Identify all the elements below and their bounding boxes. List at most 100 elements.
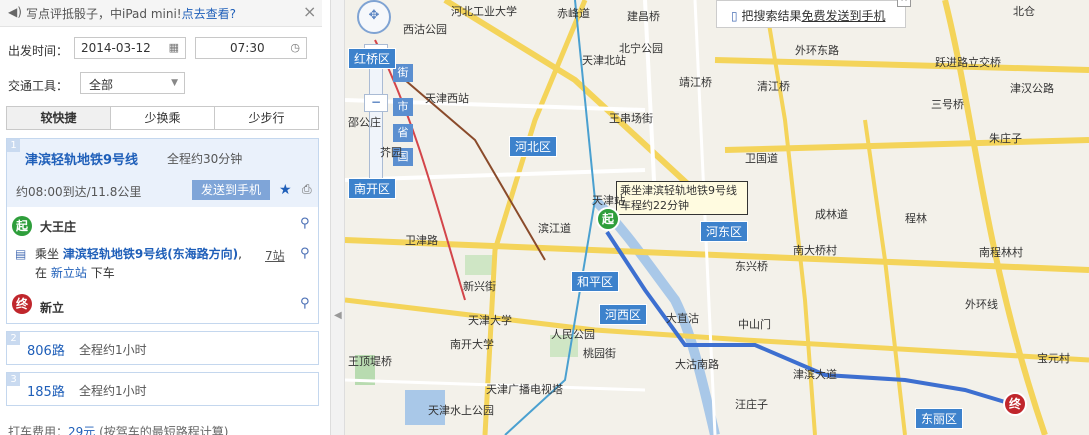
map-label: 天津北站	[582, 54, 626, 67]
panel-collapse-handle[interactable]: ◀	[330, 0, 345, 435]
tab-less-walking[interactable]: 少步行	[215, 107, 318, 129]
map-label: 靖江桥	[679, 76, 712, 89]
promo-text: 写点评抵骰子，中iPad mini!	[26, 7, 182, 21]
sort-tabs: 较快捷 少换乘 少步行	[6, 106, 319, 130]
map-label: 河北工业大学	[451, 5, 517, 18]
chevron-down-icon: ▼	[171, 78, 178, 88]
end-stop: 新立	[40, 301, 65, 315]
send-free-link[interactable]: 免费发送到手机	[801, 9, 885, 23]
map-label: 天津水上公园	[428, 404, 494, 417]
route-duration: 全程约1小时	[79, 343, 147, 357]
map-label: 卫国道	[745, 152, 778, 165]
district-label: 河北区	[509, 136, 558, 157]
map-label: 汪庄子	[735, 398, 768, 411]
promo-link[interactable]: 点去查看?	[182, 7, 236, 21]
map-label: 王顶堤桥	[348, 355, 392, 368]
map-label: 西沽公园	[403, 23, 447, 36]
map-label: 三号桥	[931, 98, 964, 111]
close-icon[interactable]: ×	[303, 2, 316, 21]
promo-bar: ◀) 写点评抵骰子，中iPad mini!点去查看? ×	[0, 0, 322, 27]
start-badge-icon: 起	[12, 216, 32, 236]
zoom-level-province[interactable]: 省	[393, 124, 413, 142]
route-tooltip: 乘坐津滨轻轨地铁9号线 车程约22分钟	[616, 181, 748, 215]
location-pin-icon[interactable]: ⚲	[300, 296, 310, 311]
route-duration: 全程约1小时	[79, 384, 147, 398]
calendar-icon[interactable]: ▦	[169, 41, 179, 54]
pan-control[interactable]: ✥	[357, 0, 391, 34]
start-marker-icon[interactable]: 起	[596, 207, 620, 231]
close-icon[interactable]: ×	[897, 0, 911, 7]
map-label: 大直沽	[666, 312, 699, 325]
end-badge-icon: 终	[12, 294, 32, 314]
map-label: 宝元村	[1037, 352, 1070, 365]
route-duration: 全程约30分钟	[167, 152, 243, 166]
map-label: 清江桥	[757, 80, 790, 93]
map-label: 津汉公路	[1010, 82, 1054, 95]
route-option-2[interactable]: 2 806路 全程约1小时	[6, 331, 319, 365]
transport-select[interactable]: 全部 ▼	[80, 72, 185, 94]
start-stop: 大王庄	[40, 220, 77, 234]
route-arrival-distance: 约08:00到达/11.8公里	[16, 185, 142, 199]
map-label: 津滨大道	[793, 368, 837, 381]
route-name[interactable]: 806路	[27, 340, 65, 359]
map-label: 天津西站	[425, 92, 469, 105]
map-label: 东兴桥	[735, 260, 768, 273]
route-number: 1	[7, 139, 20, 152]
tab-fastest[interactable]: 较快捷	[7, 107, 111, 129]
map-label: 新兴街	[463, 280, 496, 293]
depart-label: 出发时间：	[8, 44, 69, 58]
map-label: 人民公园	[551, 328, 595, 341]
step-instruction: 乘坐 津滨轻轨地铁9号线(东海路方向), 在 新立站 下车	[35, 247, 242, 280]
map-view[interactable]: ✥ + − − 街 市 省 国 ▯ 把搜索结果免费发送到手机 × 乘坐津滨轻轨地…	[345, 0, 1089, 435]
taxi-fare: 打车费用：29元 (按驾车的最短路程计算)	[8, 425, 229, 435]
send-results-box: ▯ 把搜索结果免费发送到手机 ×	[716, 0, 911, 28]
clock-icon[interactable]: ◷	[290, 41, 300, 54]
stop-count[interactable]: 7站	[265, 247, 285, 264]
phone-icon: ▯	[731, 9, 738, 23]
time-field[interactable]: 07:30 ◷	[195, 37, 307, 59]
train-icon: ▤	[15, 247, 27, 261]
date-field[interactable]: 2014-03-12 ▦	[74, 37, 186, 59]
route-panel: ◀) 写点评抵骰子，中iPad mini!点去查看? × 出发时间： 2014-…	[0, 0, 330, 435]
speaker-icon: ◀)	[8, 5, 22, 19]
route-number: 3	[7, 373, 20, 386]
step-station-link[interactable]: 新立站	[51, 266, 87, 280]
location-pin-icon[interactable]: ⚲	[300, 246, 310, 261]
chevron-left-icon[interactable]: ◀	[334, 310, 342, 321]
map-label: 天津广播电视塔	[486, 383, 563, 396]
route-option-1[interactable]: 1 津滨轻轨地铁9号线 全程约30分钟 约08:00到达/11.8公里 发送到手…	[6, 138, 319, 324]
print-icon[interactable]: ⎙	[302, 182, 312, 197]
transport-value: 全部	[89, 78, 114, 92]
route-number: 2	[7, 332, 20, 345]
map-label: 大沽南路	[675, 358, 719, 371]
tab-fewer-transfers[interactable]: 少换乘	[111, 107, 215, 129]
map-label: 外环线	[965, 298, 998, 311]
route-header: 1 津滨轻轨地铁9号线 全程约30分钟 约08:00到达/11.8公里 发送到手…	[7, 139, 318, 207]
location-pin-icon[interactable]: ⚲	[300, 216, 310, 231]
map-label: 天津大学	[468, 314, 512, 327]
map-label: 赤峰道	[557, 7, 590, 20]
map-label: 成林道	[815, 208, 848, 221]
star-icon[interactable]: ★	[279, 182, 292, 198]
map-label: 滨江道	[538, 222, 571, 235]
zoom-out-button[interactable]: −	[364, 94, 388, 112]
map-label: 南开大学	[450, 338, 494, 351]
map-label: 桃园街	[583, 347, 616, 360]
route-option-3[interactable]: 3 185路 全程约1小时	[6, 372, 319, 406]
map-label: 外环东路	[795, 44, 839, 57]
district-label: 红桥区	[348, 48, 397, 69]
map-label: 南程林村	[979, 246, 1023, 259]
send-to-phone-button[interactable]: 发送到手机	[192, 180, 270, 200]
step-line-link[interactable]: 津滨轻轨地铁9号线(东海路方向)	[63, 247, 238, 261]
date-value: 2014-03-12	[81, 41, 151, 55]
map-label: 芥园	[380, 146, 402, 159]
zoom-level-city[interactable]: 市	[393, 98, 413, 116]
route-name[interactable]: 津滨轻轨地铁9号线	[25, 149, 138, 168]
map-label: 天津站	[592, 194, 625, 207]
map-label: 朱庄子	[989, 132, 1022, 145]
route-name[interactable]: 185路	[27, 381, 65, 400]
map-label: 卫津路	[405, 234, 438, 247]
district-label: 河西区	[599, 304, 648, 325]
end-marker-icon[interactable]: 终	[1003, 392, 1027, 416]
transport-label: 交通工具：	[8, 79, 69, 93]
